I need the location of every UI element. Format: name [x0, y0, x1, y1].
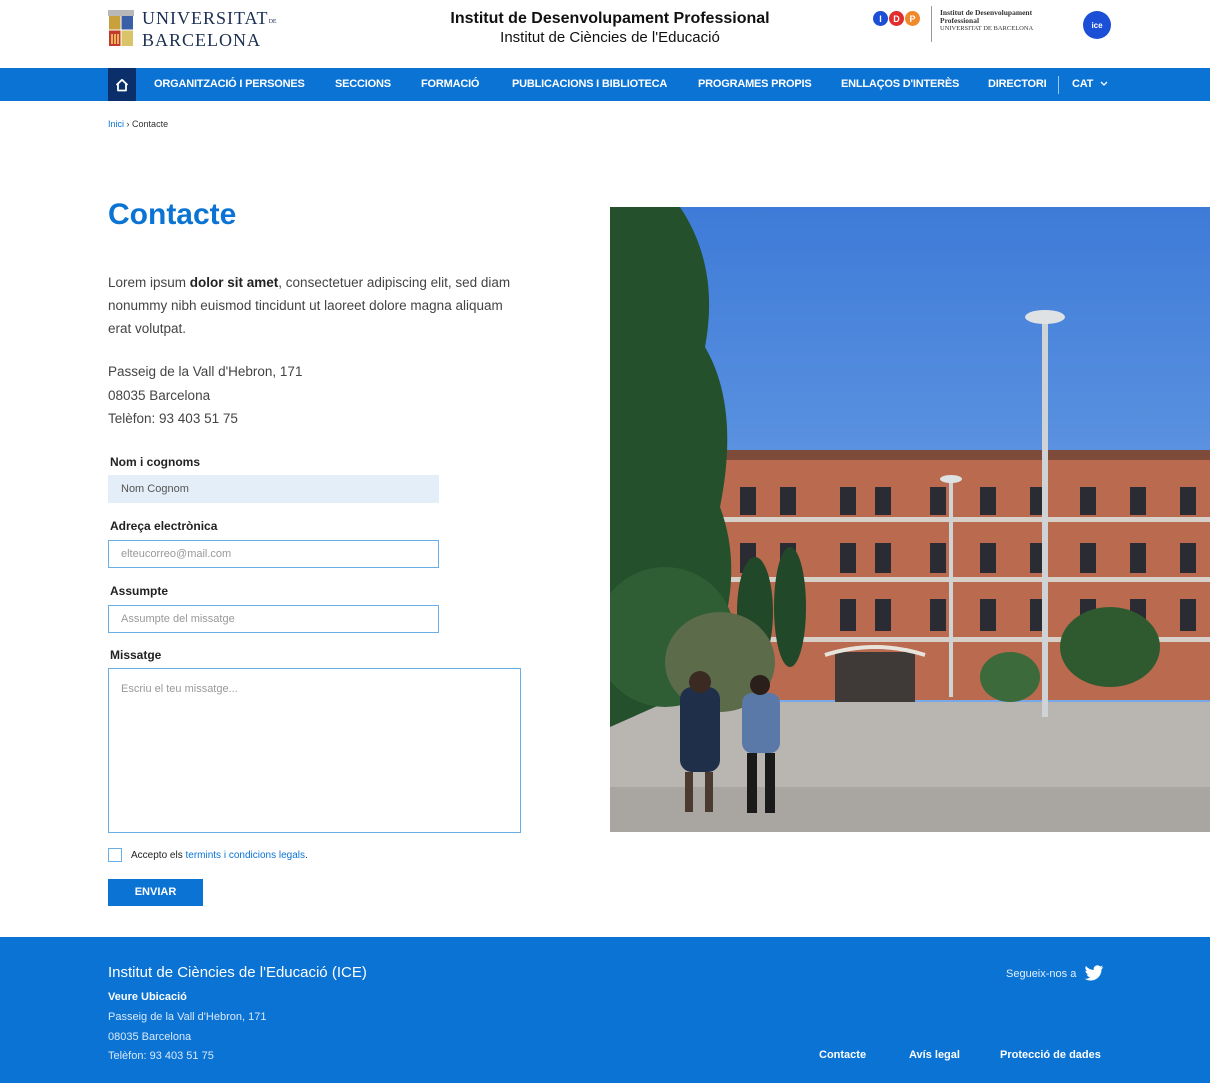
- idp-letter-p: P: [905, 11, 920, 26]
- footer-address: Passeig de la Vall d'Hebron, 171 08035 B…: [108, 1011, 267, 1062]
- footer-link-avis-legal[interactable]: Avís legal: [909, 1049, 960, 1061]
- subject-input[interactable]: [108, 605, 439, 633]
- institute-subtitle: Institut de Ciències de l'Educació: [500, 29, 720, 46]
- follow-text: Segueix-nos a: [1006, 967, 1077, 980]
- address-city: 08035 Barcelona: [108, 387, 211, 403]
- campus-photo: [610, 207, 1210, 832]
- email-label: Adreça electrònica: [110, 519, 218, 533]
- submit-button[interactable]: ENVIAR: [108, 879, 203, 906]
- ice-logo[interactable]: ice: [1083, 11, 1111, 39]
- breadcrumb-home[interactable]: Inici: [108, 119, 124, 129]
- language-label: CAT: [1072, 78, 1094, 90]
- footer-location-link[interactable]: Veure Ubicació: [108, 991, 187, 1003]
- chevron-down-icon: [1100, 81, 1108, 86]
- campus-building-image: [610, 207, 1210, 832]
- contact-address: Passeig de la Vall d'Hebron, 171 08035 B…: [108, 360, 302, 431]
- idp-letter-d: D: [889, 11, 904, 26]
- university-name: UNIVERSITATDE BARCELONA: [142, 8, 277, 50]
- terms-label: Accepto els termints i condicions legals…: [131, 850, 308, 861]
- footer-follow[interactable]: Segueix-nos a: [1006, 965, 1104, 982]
- breadcrumb-current: Contacte: [132, 119, 169, 129]
- site-header: UNIVERSITATDE BARCELONA Institut de Dese…: [0, 0, 1210, 68]
- terms-link[interactable]: termints i condicions legals: [185, 850, 305, 861]
- page-title: Contacte: [108, 198, 237, 231]
- site-title: Institut de Desenvolupament Professional…: [380, 9, 840, 47]
- breadcrumb-separator: ›: [126, 119, 130, 129]
- nav-item-organitzacio[interactable]: ORGANITZACIÓ I PERSONES: [154, 68, 305, 101]
- nav-item-directori[interactable]: DIRECTORI: [988, 68, 1047, 101]
- site-footer: Institut de Ciències de l'Educació (ICE)…: [0, 937, 1210, 1083]
- address-phone: Telèfon: 93 403 51 75: [108, 411, 238, 426]
- nav-item-programes[interactable]: PROGRAMES PROPIS: [698, 68, 812, 101]
- home-icon: [115, 78, 129, 91]
- twitter-icon[interactable]: [1084, 965, 1104, 982]
- breadcrumb: Inici › Contacte: [108, 119, 168, 129]
- terms-checkbox[interactable]: [108, 848, 122, 862]
- nav-separator: [1058, 76, 1059, 94]
- idp-institution-text: Institut de Desenvolupament Professional…: [940, 8, 1034, 33]
- name-input[interactable]: [108, 475, 439, 503]
- message-label: Missatge: [110, 648, 162, 662]
- nav-item-seccions[interactable]: SECCIONS: [335, 68, 391, 101]
- intro-text: Lorem ipsum dolor sit amet, consectetuer…: [108, 275, 511, 336]
- address-street: Passeig de la Vall d'Hebron, 171: [108, 364, 303, 379]
- home-button[interactable]: [108, 68, 136, 101]
- nav-item-publicacions[interactable]: PUBLICACIONS I BIBLIOTECA: [512, 68, 667, 101]
- main-navigation: ORGANITZACIÓ I PERSONES SECCIONS FORMACI…: [0, 68, 1210, 101]
- nav-item-enllacos[interactable]: ENLLAÇOS D'INTERÈS: [841, 68, 959, 101]
- footer-org-name: Institut de Ciències de l'Educació (ICE): [108, 964, 367, 981]
- logo-divider: [931, 6, 932, 42]
- email-input[interactable]: [108, 540, 439, 568]
- footer-link-proteccio-dades[interactable]: Protecció de dades: [1000, 1049, 1101, 1061]
- idp-logo[interactable]: I D P: [873, 11, 920, 26]
- institute-title: Institut de Desenvolupament Professional: [450, 10, 770, 27]
- message-textarea[interactable]: [108, 668, 521, 833]
- idp-letter-i: I: [873, 11, 888, 26]
- footer-link-contacte[interactable]: Contacte: [819, 1049, 866, 1061]
- ub-shield-icon: [108, 10, 134, 46]
- language-selector[interactable]: CAT: [1072, 68, 1108, 101]
- subject-label: Assumpte: [110, 584, 169, 598]
- nav-item-formacio[interactable]: FORMACIÓ: [421, 68, 479, 101]
- name-label: Nom i cognoms: [110, 455, 201, 469]
- university-logo[interactable]: UNIVERSITATDE BARCELONA: [108, 9, 277, 49]
